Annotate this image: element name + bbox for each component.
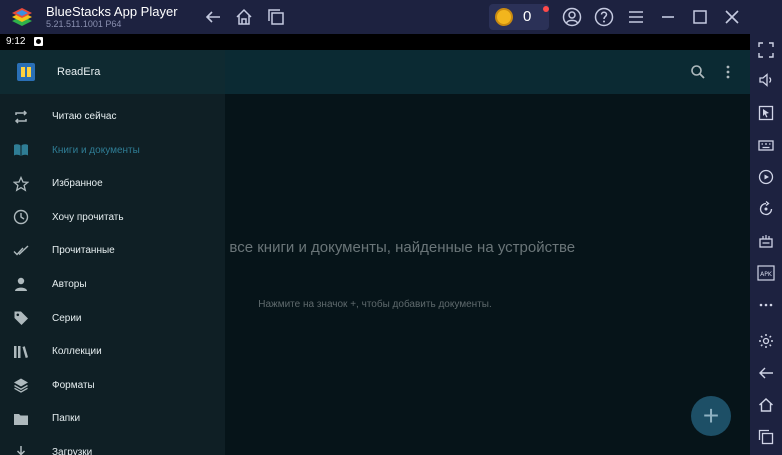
drawer-item-label: Книги и документы bbox=[52, 144, 140, 156]
layers-icon bbox=[12, 377, 29, 394]
drawer-item-downloads[interactable]: Загрузки bbox=[0, 436, 225, 455]
book-icon bbox=[12, 142, 29, 159]
title-bar: BlueStacks App Player 5.21.511.1001 P64 … bbox=[0, 0, 782, 34]
android-back-icon[interactable] bbox=[755, 362, 777, 384]
drawer-item-folders[interactable]: Папки bbox=[0, 402, 225, 436]
drawer-item-reading-now[interactable]: Читаю сейчас bbox=[0, 100, 225, 134]
menu-icon[interactable] bbox=[624, 5, 648, 29]
minimize-icon[interactable] bbox=[656, 5, 680, 29]
app-name: ReadEra bbox=[57, 66, 101, 78]
window-version: 5.21.511.1001 P64 bbox=[46, 19, 122, 29]
plus-icon: + bbox=[702, 400, 720, 431]
back-arrow-icon[interactable] bbox=[201, 5, 225, 29]
drawer-item-label: Серии bbox=[52, 312, 82, 324]
drawer-item-label: Загрузки bbox=[52, 446, 93, 455]
drawer-item-finished[interactable]: Прочитанные bbox=[0, 234, 225, 268]
folder-icon bbox=[12, 410, 29, 427]
repeat-icon bbox=[12, 108, 29, 125]
navigation-drawer: ReadEra Читаю сейчас Книги и документы И… bbox=[0, 50, 225, 455]
close-icon[interactable] bbox=[720, 5, 744, 29]
volume-icon[interactable] bbox=[755, 69, 777, 91]
macro-icon[interactable] bbox=[755, 230, 777, 252]
coin-icon bbox=[495, 8, 513, 26]
more-vert-icon[interactable] bbox=[718, 62, 738, 82]
coin-counter[interactable]: 0 bbox=[489, 4, 549, 30]
readera-logo-icon bbox=[17, 63, 35, 81]
bluestacks-logo bbox=[12, 8, 32, 26]
settings-gear-icon[interactable] bbox=[755, 330, 777, 352]
rotate-icon[interactable] bbox=[755, 198, 777, 220]
android-home-icon[interactable] bbox=[755, 394, 777, 416]
drawer-item-collections[interactable]: Коллекции bbox=[0, 335, 225, 369]
search-icon[interactable] bbox=[688, 62, 708, 82]
drawer-item-books[interactable]: Книги и документы bbox=[0, 134, 225, 168]
drawer-item-label: Прочитанные bbox=[52, 245, 115, 257]
home-icon[interactable] bbox=[232, 5, 256, 29]
drawer-item-series[interactable]: Серии bbox=[0, 302, 225, 336]
fullscreen-icon[interactable] bbox=[755, 39, 777, 61]
maximize-icon[interactable] bbox=[688, 5, 712, 29]
android-screen: 9:12 ь будут все книги и документы, найд… bbox=[0, 34, 750, 455]
recent-apps-icon[interactable] bbox=[755, 426, 777, 448]
drawer-item-label: Хочу прочитать bbox=[52, 211, 124, 223]
more-horiz-icon[interactable] bbox=[755, 294, 777, 316]
person-icon bbox=[12, 276, 29, 293]
drawer-item-label: Коллекции bbox=[52, 346, 102, 358]
clock-icon bbox=[12, 209, 29, 226]
notification-dot bbox=[543, 6, 549, 12]
drawer-item-favorites[interactable]: Избранное bbox=[0, 167, 225, 201]
drawer-header: ReadEra bbox=[0, 50, 225, 94]
drawer-item-authors[interactable]: Авторы bbox=[0, 268, 225, 302]
library-icon bbox=[12, 343, 29, 360]
drawer-item-formats[interactable]: Форматы bbox=[0, 369, 225, 403]
multitask-icon[interactable] bbox=[264, 5, 288, 29]
keyboard-icon[interactable] bbox=[755, 134, 777, 156]
notification-icon bbox=[34, 37, 43, 46]
status-bar: 9:12 bbox=[0, 34, 750, 50]
window-title: BlueStacks App Player bbox=[46, 4, 178, 19]
drawer-item-label: Избранное bbox=[52, 178, 103, 190]
record-icon[interactable] bbox=[755, 166, 777, 188]
coin-count: 0 bbox=[523, 8, 532, 25]
add-document-button[interactable]: + bbox=[691, 396, 731, 436]
apk-icon[interactable]: APK bbox=[755, 262, 777, 284]
empty-state-hint: Нажмите на значок +, чтобы добавить доку… bbox=[258, 299, 492, 310]
help-icon[interactable] bbox=[592, 5, 616, 29]
double-check-icon bbox=[12, 242, 29, 259]
download-icon bbox=[12, 444, 29, 455]
drawer-item-label: Читаю сейчас bbox=[52, 111, 117, 122]
drawer-item-label: Папки bbox=[52, 413, 81, 425]
pointer-icon[interactable] bbox=[755, 102, 777, 124]
account-icon[interactable] bbox=[560, 5, 584, 29]
drawer-item-label: Авторы bbox=[52, 278, 87, 290]
tag-icon bbox=[12, 310, 29, 327]
svg-text:APK: APK bbox=[760, 271, 773, 278]
drawer-item-label: Форматы bbox=[52, 379, 95, 391]
drawer-item-want-to-read[interactable]: Хочу прочитать bbox=[0, 201, 225, 235]
drawer-menu: Читаю сейчас Книги и документы Избранное… bbox=[0, 100, 225, 455]
star-icon bbox=[12, 175, 29, 192]
bluestacks-sidebar: APK bbox=[750, 34, 782, 455]
status-time: 9:12 bbox=[6, 36, 26, 47]
